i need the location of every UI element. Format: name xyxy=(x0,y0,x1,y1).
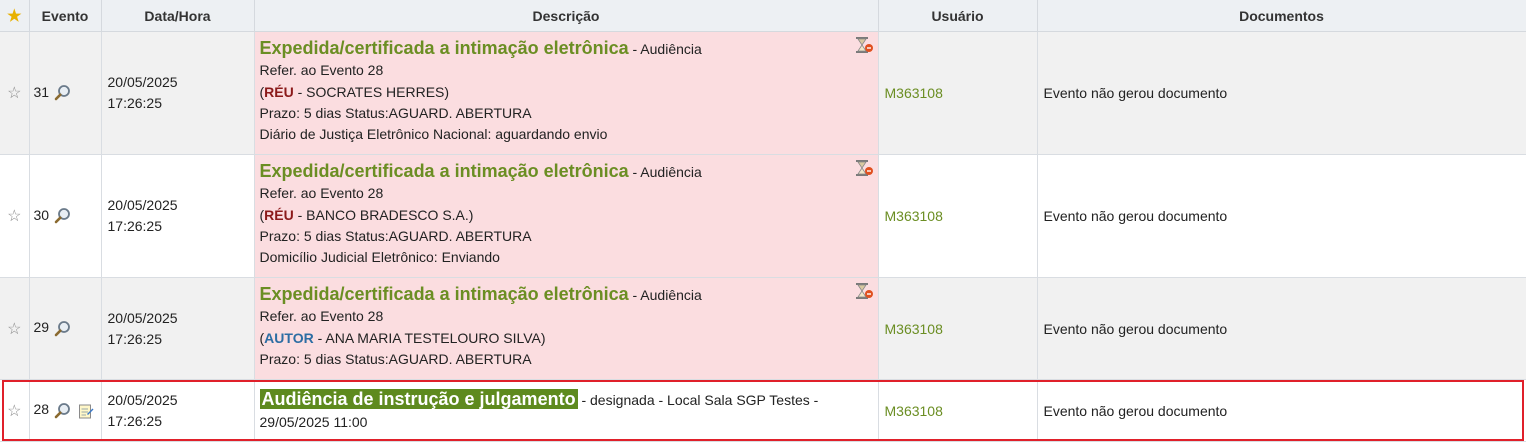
party-role: RÉU xyxy=(264,206,294,223)
usuario-link[interactable]: M363108 xyxy=(885,321,943,337)
evento-number: 28 xyxy=(33,401,50,418)
event-date: 20/05/2025 xyxy=(107,391,178,408)
header-star-col[interactable]: ★ xyxy=(0,0,30,32)
documentos-cell: Evento não gerou documento xyxy=(1037,154,1526,278)
star-icon[interactable]: ☆ xyxy=(7,319,21,339)
party-role: AUTOR xyxy=(264,329,314,346)
datetime-cell: 20/05/2025 17:26:25 xyxy=(101,31,255,155)
table-row: ☆ 29 20/05/2025 17:26:25 Expedida/certif… xyxy=(0,277,1526,380)
party-name: - ANA MARIA TESTELOURO SILVA) xyxy=(313,329,546,346)
usuario-link[interactable]: M363108 xyxy=(885,85,943,101)
event-date: 20/05/2025 xyxy=(107,197,178,213)
usuario-cell: M363108 xyxy=(878,277,1038,380)
star-icon[interactable]: ☆ xyxy=(7,83,21,103)
hourglass-icon[interactable] xyxy=(854,282,874,300)
event-reference: Refer. ao Evento 28 xyxy=(259,185,384,202)
event-title-suffix: - Audiência xyxy=(628,287,702,303)
event-reference: Refer. ao Evento 28 xyxy=(259,62,384,79)
table-header: ★ Evento Data/Hora Descrição Usuário Doc… xyxy=(0,0,1526,32)
hourglass-icon[interactable] xyxy=(854,159,874,177)
header-usuario[interactable]: Usuário xyxy=(878,0,1038,32)
event-party: (RÉU - BANCO BRADESCO S.A.) xyxy=(260,205,873,226)
event-prazo: Prazo: 5 dias Status:AGUARD. ABERTURA xyxy=(259,350,532,367)
evento-number: 29 xyxy=(33,319,50,336)
party-name: - BANCO BRADESCO S.A.) xyxy=(293,206,474,223)
event-title-suffix: - designada - Local Sala SGP Testes - xyxy=(577,392,819,408)
datetime-cell: 20/05/2025 17:26:25 xyxy=(101,379,255,442)
hourglass-icon[interactable] xyxy=(854,36,874,54)
star-cell: ☆ xyxy=(0,277,30,380)
evento-cell: 29 xyxy=(29,277,102,380)
evento-number: 31 xyxy=(33,83,50,100)
datetime-cell: 20/05/2025 17:26:25 xyxy=(101,277,255,380)
events-table: ★ Evento Data/Hora Descrição Usuário Doc… xyxy=(0,0,1526,442)
party-name: - SOCRATES HERRES) xyxy=(293,83,450,100)
usuario-cell: M363108 xyxy=(878,379,1038,442)
header-data-hora[interactable]: Data/Hora xyxy=(101,0,255,32)
usuario-link[interactable]: M363108 xyxy=(885,208,943,224)
datetime-cell: 20/05/2025 17:26:25 xyxy=(101,154,255,278)
party-role: RÉU xyxy=(264,83,294,100)
evento-cell: 31 xyxy=(29,31,102,155)
table-row: ☆ 30 20/05/2025 17:26:25 Expedida/certif… xyxy=(0,154,1526,278)
evento-cell: 28 xyxy=(29,379,102,442)
event-date: 20/05/2025 xyxy=(107,309,178,326)
event-title-link[interactable]: Expedida/certificada a intimação eletrôn… xyxy=(260,38,629,58)
event-datetime-line: 29/05/2025 11:00 xyxy=(259,414,368,430)
documentos-cell: Evento não gerou documento xyxy=(1037,379,1526,442)
event-title-link[interactable]: Audiência de instrução e julgamento xyxy=(259,389,578,409)
description-cell: Expedida/certificada a intimação eletrôn… xyxy=(254,277,879,380)
event-reference: Refer. ao Evento 28 xyxy=(259,308,384,325)
event-date: 20/05/2025 xyxy=(107,74,178,90)
usuario-cell: M363108 xyxy=(878,31,1038,155)
event-party: (AUTOR - ANA MARIA TESTELOURO SILVA) xyxy=(260,328,873,349)
table-row-highlighted: ☆ 28 20/05/2025 17:26:25 Audiência de in… xyxy=(0,379,1526,442)
event-extra: Diário de Justiça Eletrônico Nacional: a… xyxy=(259,126,608,143)
note-edit-icon[interactable] xyxy=(78,403,94,419)
event-prazo: Prazo: 5 dias Status:AGUARD. ABERTURA xyxy=(259,104,532,121)
event-time: 17:26:25 xyxy=(107,330,163,347)
event-time: 17:26:25 xyxy=(107,412,163,429)
star-cell: ☆ xyxy=(0,31,30,155)
documentos-cell: Evento não gerou documento xyxy=(1037,277,1526,380)
event-title-suffix: - Audiência xyxy=(628,164,702,180)
header-evento[interactable]: Evento xyxy=(29,0,102,32)
magnifier-icon[interactable] xyxy=(54,402,72,420)
header-descricao[interactable]: Descrição xyxy=(254,0,879,32)
evento-number: 30 xyxy=(33,206,50,223)
event-time: 17:26:25 xyxy=(107,95,163,111)
magnifier-icon[interactable] xyxy=(54,84,72,102)
event-time: 17:26:25 xyxy=(107,218,163,234)
description-cell: Expedida/certificada a intimação eletrôn… xyxy=(254,154,879,278)
usuario-cell: M363108 xyxy=(878,154,1038,278)
star-cell: ☆ xyxy=(0,379,30,442)
event-title-suffix: - Audiência xyxy=(628,41,702,57)
star-cell: ☆ xyxy=(0,154,30,278)
evento-cell: 30 xyxy=(29,154,102,278)
event-title-link[interactable]: Expedida/certificada a intimação eletrôn… xyxy=(260,284,629,304)
event-extra: Domicílio Judicial Eletrônico: Enviando xyxy=(259,249,500,266)
event-party: (RÉU - SOCRATES HERRES) xyxy=(260,82,873,103)
description-cell: Audiência de instrução e julgamento - de… xyxy=(254,379,879,442)
table-row: ☆ 31 20/05/2025 17:26:25 Expedida/certif… xyxy=(0,31,1526,155)
documentos-cell: Evento não gerou documento xyxy=(1037,31,1526,155)
event-prazo: Prazo: 5 dias Status:AGUARD. ABERTURA xyxy=(259,227,532,244)
star-icon[interactable]: ☆ xyxy=(7,206,21,226)
header-documentos[interactable]: Documentos xyxy=(1037,0,1526,32)
usuario-link[interactable]: M363108 xyxy=(885,403,943,419)
description-cell: Expedida/certificada a intimação eletrôn… xyxy=(254,31,879,155)
event-title-link[interactable]: Expedida/certificada a intimação eletrôn… xyxy=(260,161,629,181)
magnifier-icon[interactable] xyxy=(54,207,72,225)
star-icon[interactable]: ☆ xyxy=(7,401,21,421)
magnifier-icon[interactable] xyxy=(54,320,72,338)
star-filled-icon[interactable]: ★ xyxy=(7,6,21,26)
